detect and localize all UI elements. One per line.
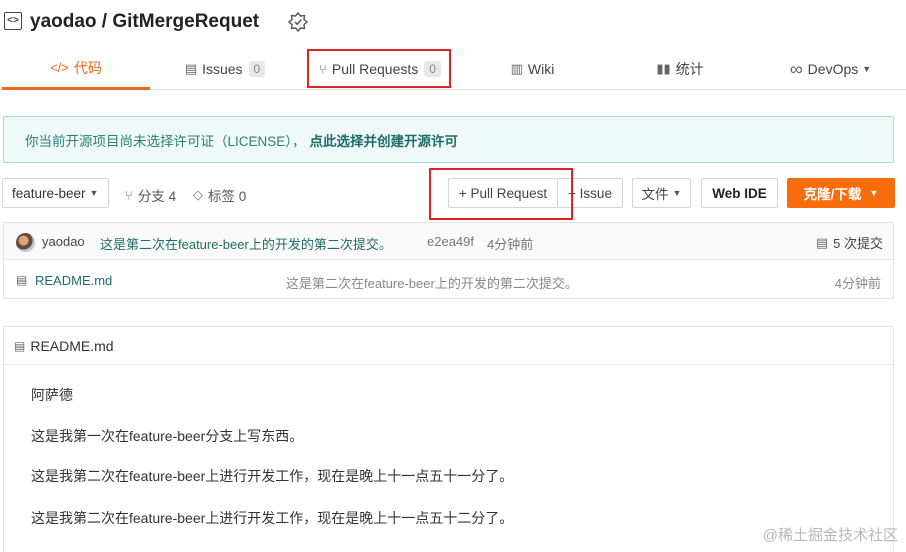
branches-label: 分支 4 — [137, 189, 177, 204]
license-notice-text: 你当前开源项目尚未选择许可证（LICENSE）， — [25, 133, 306, 149]
file-menu-label: 文件 — [641, 187, 669, 202]
create-license-link[interactable]: 点此选择并创建开源许可 — [310, 130, 459, 150]
branch-select[interactable]: feature-beer ▼ — [2, 178, 109, 208]
commit-message[interactable]: 这是第二次在feature-beer上的开发的第二次提交。 — [100, 234, 392, 253]
readme-paragraph: 阿萨德 — [31, 387, 73, 403]
commits-icon: ▤ — [815, 234, 829, 250]
clone-download-label: 克隆/下载 — [803, 187, 862, 202]
tab-wiki[interactable]: ▥ Wiki — [460, 48, 605, 90]
chevron-down-icon: ▼ — [672, 188, 682, 198]
tab-devops-label: DevOps — [807, 61, 859, 77]
tags-link[interactable]: ◇ 标签 0 — [193, 185, 246, 205]
readme-paragraph: 这是我第二次在feature-beer上进行开发工作，现在是晚上十一点五十一分了… — [31, 468, 514, 484]
chevron-down-icon: ▼ — [89, 188, 99, 198]
devops-icon: ∞ — [789, 58, 803, 79]
commit-count-link[interactable]: ▤ 5 次提交 — [816, 233, 883, 252]
clone-download-button[interactable]: 克隆/下载 ▼ — [787, 178, 895, 208]
readme-header: ▤ README.md — [4, 327, 893, 365]
file-browser: yaodao 这是第二次在feature-beer上的开发的第二次提交。 e2e… — [3, 222, 894, 299]
file-icon: ▤ — [16, 273, 28, 287]
avatar[interactable] — [16, 233, 35, 252]
issues-icon: ▤ — [184, 61, 198, 76]
code-icon: </> — [50, 60, 69, 75]
highlight-box-pull-request-button — [429, 168, 573, 220]
file-menu-button[interactable]: 文件 ▼ — [632, 178, 691, 208]
stats-icon: ▮▮ — [656, 61, 671, 76]
repo-tabs: </> 代码 ▤ Issues 0 ⑂ Pull Requests 0 ▥ Wi… — [0, 48, 906, 90]
file-row: ▤ README.md 这是第二次在feature-beer上的开发的第二次提交… — [4, 261, 893, 299]
tab-issues-label: Issues — [202, 61, 243, 77]
file-icon: ▤ — [14, 338, 26, 353]
branch-select-value: feature-beer — [12, 185, 86, 201]
repo-title[interactable]: yaodao / GitMergeRequet — [30, 11, 259, 33]
tab-stats[interactable]: ▮▮ 统计 — [605, 48, 755, 90]
commit-time: 4分钟前 — [487, 237, 534, 252]
watermark: @稀土掘金技术社区 — [762, 527, 898, 544]
repo-code-icon: <> — [4, 12, 22, 30]
highlight-box-pull-requests-tab — [307, 49, 451, 88]
repo-header: <> yaodao / GitMergeRequet — [0, 0, 906, 44]
chevron-down-icon: ▼ — [869, 188, 879, 198]
readme-title: README.md — [30, 337, 114, 354]
readme-paragraph: 这是我第二次在feature-beer上进行开发工作，现在是晚上十一点五十二分了… — [31, 510, 514, 526]
wiki-icon: ▥ — [510, 61, 523, 76]
commit-hash[interactable]: e2ea49f — [427, 234, 474, 249]
chevron-down-icon: ▼ — [862, 64, 872, 74]
branches-link[interactable]: ⑂ 分支 4 — [125, 185, 176, 205]
tag-icon: ◇ — [193, 187, 203, 202]
tab-issues[interactable]: ▤ Issues 0 — [150, 48, 300, 90]
tab-devops[interactable]: ∞ DevOps ▼ — [755, 48, 906, 90]
commit-author[interactable]: yaodao — [42, 234, 85, 249]
tab-wiki-label: Wiki — [527, 61, 555, 77]
tab-code-label: 代码 — [73, 59, 102, 76]
latest-commit-row: yaodao 这是第二次在feature-beer上的开发的第二次提交。 e2e… — [4, 223, 893, 260]
file-commit-message[interactable]: 这是第二次在feature-beer上的开发的第二次提交。 — [286, 273, 578, 292]
gvp-badge-icon — [288, 12, 308, 32]
branch-icon: ⑂ — [125, 187, 133, 203]
readme-panel: ▤ README.md 阿萨德 这是我第一次在feature-beer分支上写东… — [3, 326, 894, 552]
tags-label: 标签 0 — [208, 189, 247, 204]
file-name-link[interactable]: README.md — [35, 273, 112, 288]
readme-paragraph: 这是我第一次在feature-beer分支上写东西。 — [31, 428, 304, 444]
commit-count-label: 5 次提交 — [833, 236, 883, 251]
issues-count-badge: 0 — [248, 61, 266, 77]
license-notice: 你当前开源项目尚未选择许可证（LICENSE）， 点此选择并创建开源许可 — [3, 116, 894, 163]
tab-code[interactable]: </> 代码 — [2, 48, 150, 90]
web-ide-button[interactable]: Web IDE — [701, 178, 778, 208]
file-commit-time: 4分钟前 — [834, 276, 881, 291]
tab-stats-label: 统计 — [675, 61, 704, 77]
